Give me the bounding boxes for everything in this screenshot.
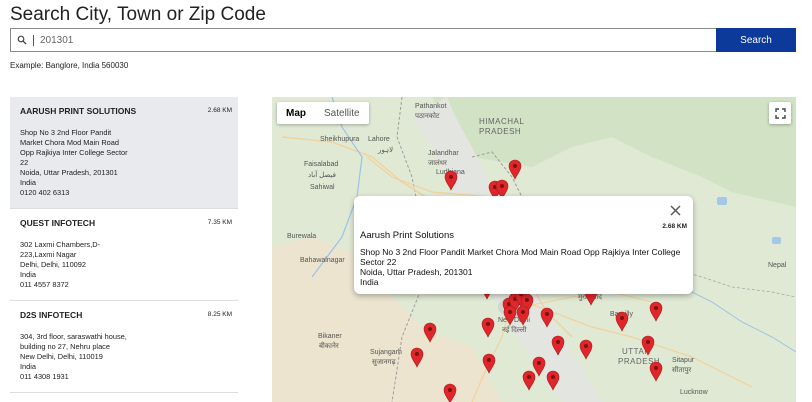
result-address-line: 011 4308 1931	[20, 372, 69, 381]
map-pin-icon[interactable]	[516, 305, 530, 326]
result-address-line: Shop No 3 2nd Floor Pandit	[20, 128, 112, 137]
result-address-line: Market Chora Mod Main Road	[20, 138, 119, 147]
result-address-line: 302 Laxmi Chambers,D-	[20, 240, 101, 249]
text-cursor	[33, 34, 34, 46]
results-list: AARUSH PRINT SOLUTIONS 2.68 KM Shop No 3 2…	[10, 97, 238, 402]
search-input[interactable]	[40, 34, 716, 46]
search-icon	[17, 35, 27, 45]
map-pin-icon[interactable]	[481, 317, 495, 338]
info-window-address: Shop No 3 2nd Floor Pandit Market Chora …	[360, 247, 690, 287]
result-distance: 8.25 KM	[207, 311, 232, 318]
info-window-address-line: India	[360, 277, 379, 287]
result-address-line: 22	[20, 158, 29, 167]
result-address-line: 223,Laxmi Nagar	[20, 250, 77, 259]
result-address-line: Noida, Uttar Pradesh, 201301	[20, 168, 118, 177]
result-address: 304, 3rd floor, saraswathi house, buildin…	[20, 332, 228, 382]
map-pin-icon[interactable]	[546, 370, 560, 391]
map-pin-icon[interactable]	[579, 339, 593, 360]
result-address-line: 011 4557 8372	[20, 280, 69, 289]
result-address-line: Opp Rajkiya Inter College Sector	[20, 148, 128, 157]
map-pin-icon[interactable]	[532, 356, 546, 377]
result-address-line: building no 27, Nehru place	[20, 342, 110, 351]
map-pin-icon[interactable]	[508, 159, 522, 180]
map-pin-icon[interactable]	[423, 322, 437, 343]
result-item[interactable]: QUEST INFOTECH 7.35 KM 302 Laxmi Chambers,…	[10, 209, 238, 301]
map-pin-icon[interactable]	[649, 361, 663, 382]
result-distance: 7.35 KM	[207, 219, 232, 226]
result-address-line: Delhi, Delhi, 110092	[20, 260, 87, 269]
map-pin-icon[interactable]	[540, 307, 554, 328]
result-item[interactable]: AARUSH PRINT SOLUTIONS 2.68 KM Shop No 3 2…	[10, 97, 238, 209]
map-pin-icon[interactable]	[443, 383, 457, 402]
result-address-line: 0120 402 6313	[20, 188, 70, 197]
info-window-address-line: Noida, Uttar Pradesh, 201301	[360, 267, 473, 277]
info-window: 2.68 KM Aarush Print Solutions Shop No 3…	[354, 196, 693, 294]
map-pin-icon[interactable]	[641, 335, 655, 356]
map-pin-icon[interactable]	[649, 301, 663, 322]
info-window-title: Aarush Print Solutions	[360, 230, 454, 241]
info-window-address-line: Sector 22	[360, 257, 397, 267]
map-pin-icon[interactable]	[503, 305, 517, 326]
result-address-line: India	[20, 178, 37, 187]
result-name: AARUSH PRINT SOLUTIONS	[20, 106, 137, 116]
result-address: 302 Laxmi Chambers,D- 223,Laxmi Nagar Delh…	[20, 240, 228, 290]
map-pin-icon[interactable]	[615, 311, 629, 332]
map-pin-icon[interactable]	[482, 353, 496, 374]
result-address-line: India	[20, 362, 37, 371]
result-name: D2S INFOTECH	[20, 310, 83, 320]
search-example-hint: Example: Banglore, India 560030	[10, 61, 129, 70]
close-icon[interactable]	[670, 205, 681, 216]
info-window-distance: 2.68 KM	[662, 223, 687, 230]
search-button[interactable]: Search	[716, 28, 796, 52]
map-pin-icon[interactable]	[522, 370, 536, 391]
map-pin-icon[interactable]	[410, 347, 424, 368]
map-pin-icon[interactable]	[551, 335, 565, 356]
result-address: Shop No 3 2nd Floor Pandit Market Chora M…	[20, 128, 228, 198]
page-title: Search City, Town or Zip Code	[10, 4, 266, 25]
result-address-line: 304, 3rd floor, saraswathi house,	[20, 332, 127, 341]
result-name: QUEST INFOTECH	[20, 218, 96, 228]
result-address-line: New Delhi, Delhi, 110019	[20, 352, 103, 361]
result-address-line: India	[20, 270, 37, 279]
search-field[interactable]	[10, 28, 716, 52]
search-bar: Search	[10, 28, 796, 52]
result-item[interactable]: D2S INFOTECH 8.25 KM 304, 3rd floor, saras…	[10, 301, 238, 393]
map-pin-icon[interactable]	[444, 170, 458, 191]
result-distance: 2.68 KM	[207, 107, 232, 114]
info-window-address-line: Shop No 3 2nd Floor Pandit Market Chora …	[360, 247, 681, 257]
